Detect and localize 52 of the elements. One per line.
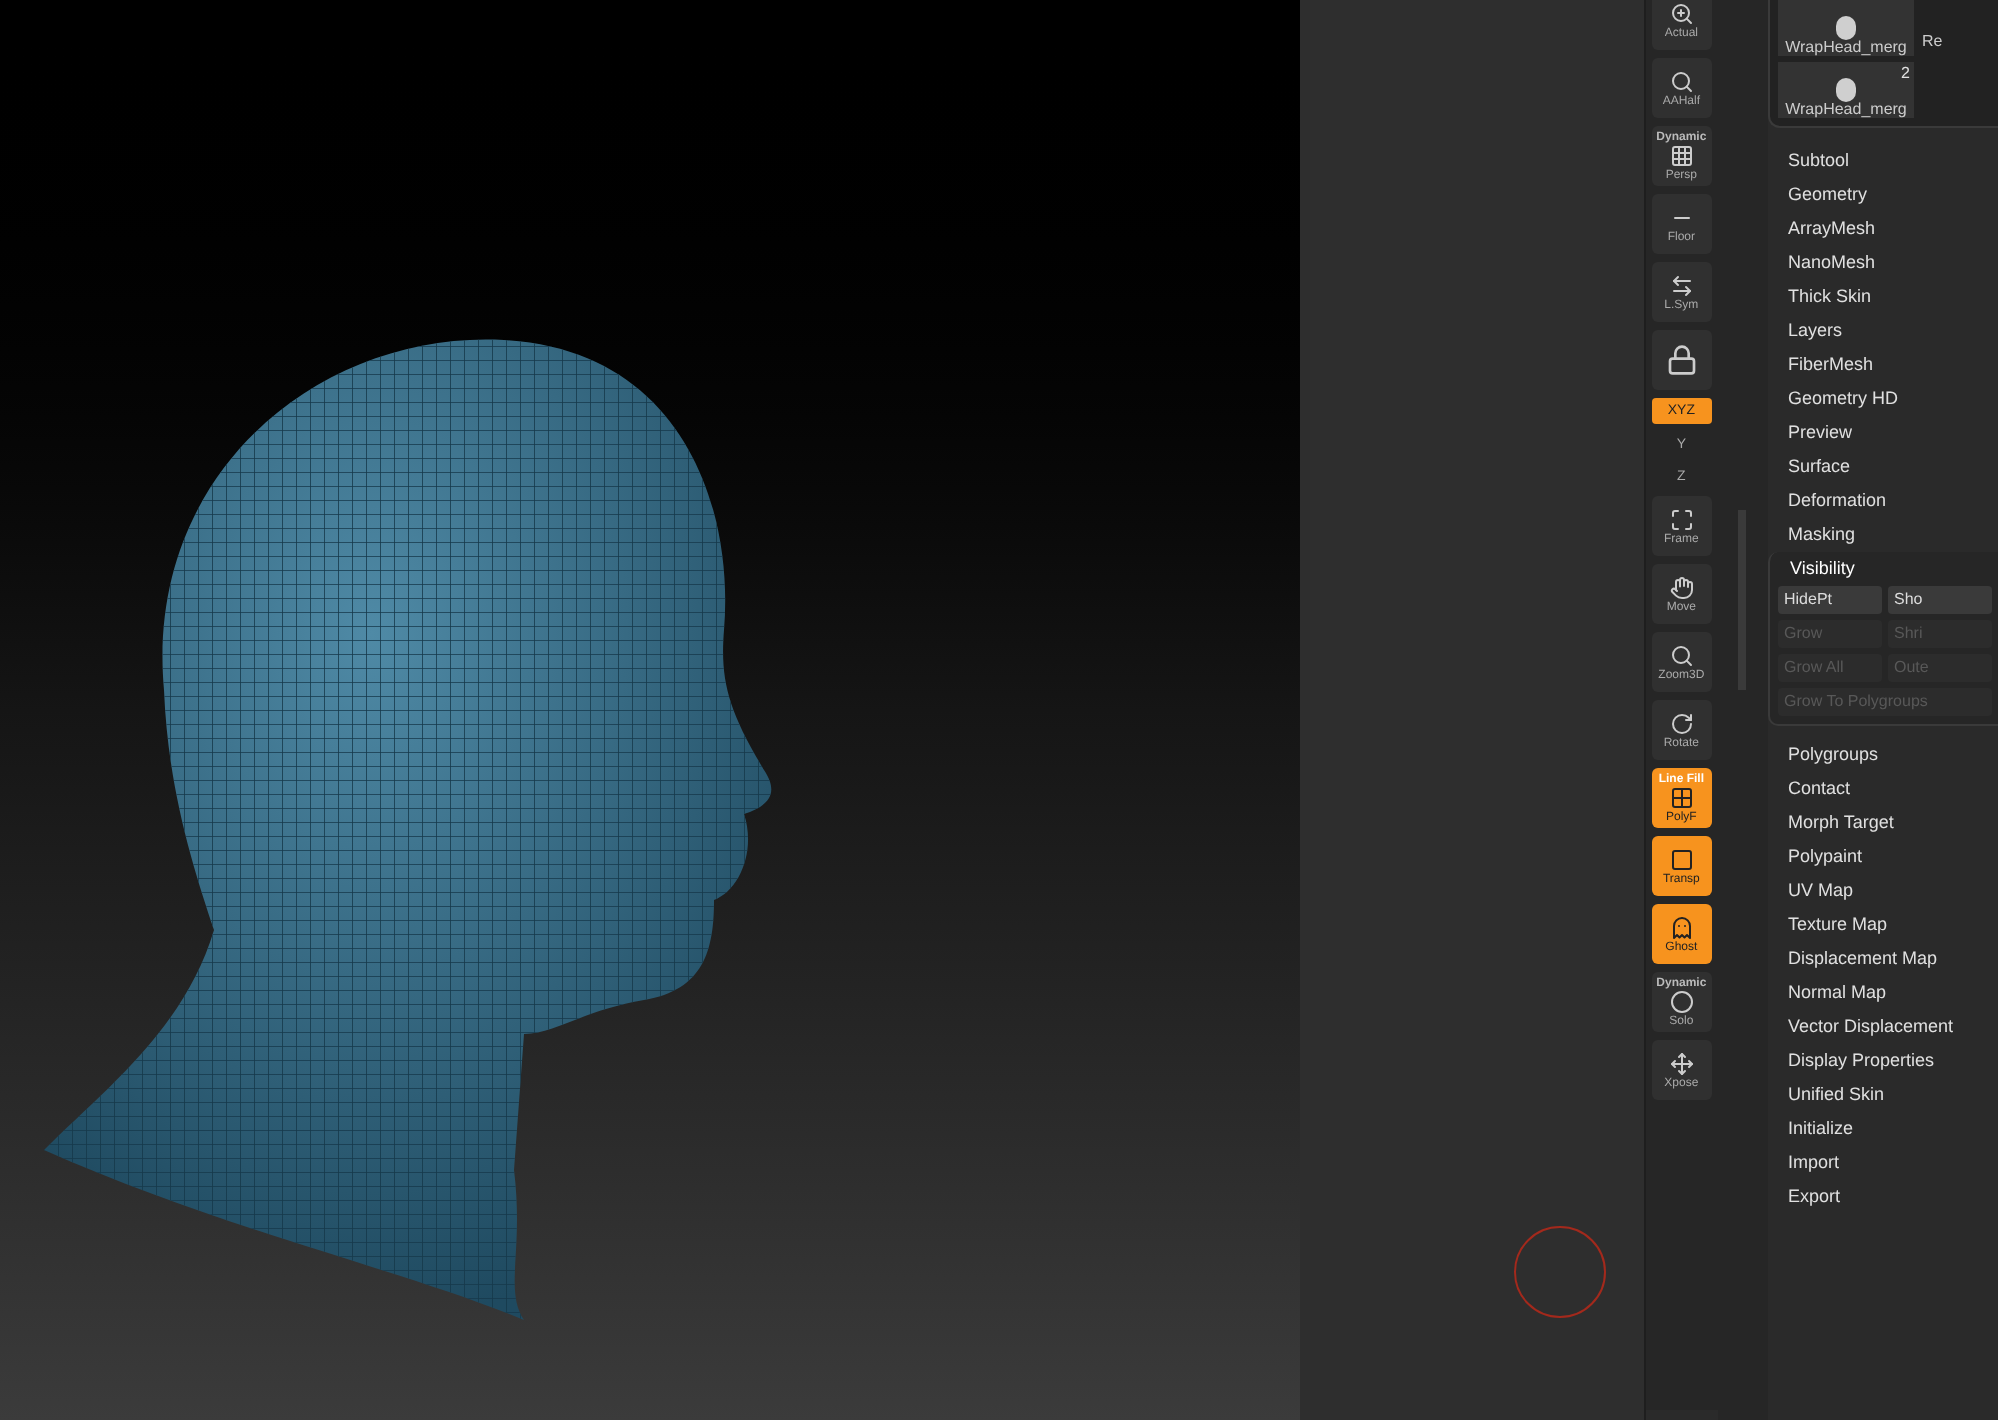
menu-item[interactable]: Surface	[1768, 450, 1998, 484]
frame-icon	[1669, 507, 1694, 531]
side-text: Re	[1922, 30, 1943, 54]
zoom-icon	[1669, 1, 1694, 25]
grid-icon	[1669, 143, 1694, 167]
menu-item[interactable]: Import	[1768, 1146, 1998, 1180]
arrows-icon	[1669, 1051, 1694, 1075]
menu-item[interactable]: Initialize	[1768, 1112, 1998, 1146]
menu-item[interactable]: Displacement Map	[1768, 942, 1998, 976]
circle-icon	[1669, 989, 1694, 1013]
subtool-name: WrapHead_merg	[1785, 102, 1907, 118]
menu-item[interactable]: Layers	[1768, 314, 1998, 348]
menu-item[interactable]: Preview	[1768, 416, 1998, 450]
visibility-button[interactable]: Sho	[1888, 586, 1992, 614]
menu-item[interactable]: Geometry	[1768, 178, 1998, 212]
menu-item[interactable]: Visibility	[1778, 552, 1998, 586]
rotate-icon	[1669, 711, 1694, 735]
menu-item[interactable]: Texture Map	[1768, 908, 1998, 942]
menu-item[interactable]: Geometry HD	[1768, 382, 1998, 416]
menu-item[interactable]: Deformation	[1768, 484, 1998, 518]
menu-item[interactable]: Polypaint	[1768, 840, 1998, 874]
menu-item[interactable]: Morph Target	[1768, 806, 1998, 840]
menu-item[interactable]: Normal Map	[1768, 976, 1998, 1010]
menu-item[interactable]: ArrayMesh	[1768, 212, 1998, 246]
menu-item[interactable]: Unified Skin	[1768, 1078, 1998, 1112]
magnifier-icon	[1669, 69, 1694, 93]
lock-icon	[1665, 344, 1698, 376]
subtool-thumbnail[interactable]: 2 WrapHead_merg	[1778, 62, 1914, 118]
menu-item[interactable]: Contact	[1768, 772, 1998, 806]
head-thumbnail-icon	[1836, 78, 1856, 102]
menu-item[interactable]: NanoMesh	[1768, 246, 1998, 280]
subtool-thumbnail[interactable]: WrapHead_merg	[1778, 0, 1914, 56]
square-icon	[1669, 847, 1694, 871]
hand-icon	[1669, 575, 1694, 599]
menu-item[interactable]: Polygroups	[1768, 738, 1998, 772]
visibility-button[interactable]: HidePt	[1778, 586, 1882, 614]
menu-item[interactable]: Vector Displacement	[1768, 1010, 1998, 1044]
menu-item[interactable]: Masking	[1768, 518, 1998, 552]
shelf-button[interactable]	[1651, 330, 1712, 390]
magnifier-icon	[1669, 643, 1694, 667]
menu-item[interactable]: Thick Skin	[1768, 280, 1998, 314]
grid-icon	[1669, 785, 1694, 809]
menu-item[interactable]: UV Map	[1768, 874, 1998, 908]
ghost-icon	[1669, 915, 1694, 939]
menu-item[interactable]: Export	[1768, 1180, 1998, 1214]
head-thumbnail-icon	[1836, 16, 1856, 40]
menu-item[interactable]: FiberMesh	[1768, 348, 1998, 382]
subtool-name: WrapHead_merg	[1785, 40, 1907, 56]
subtool-count: 2	[1901, 62, 1910, 86]
menu-item[interactable]: Subtool	[1768, 144, 1998, 178]
arrows-icon	[1669, 273, 1694, 297]
menu-item[interactable]: Display Properties	[1768, 1044, 1998, 1078]
